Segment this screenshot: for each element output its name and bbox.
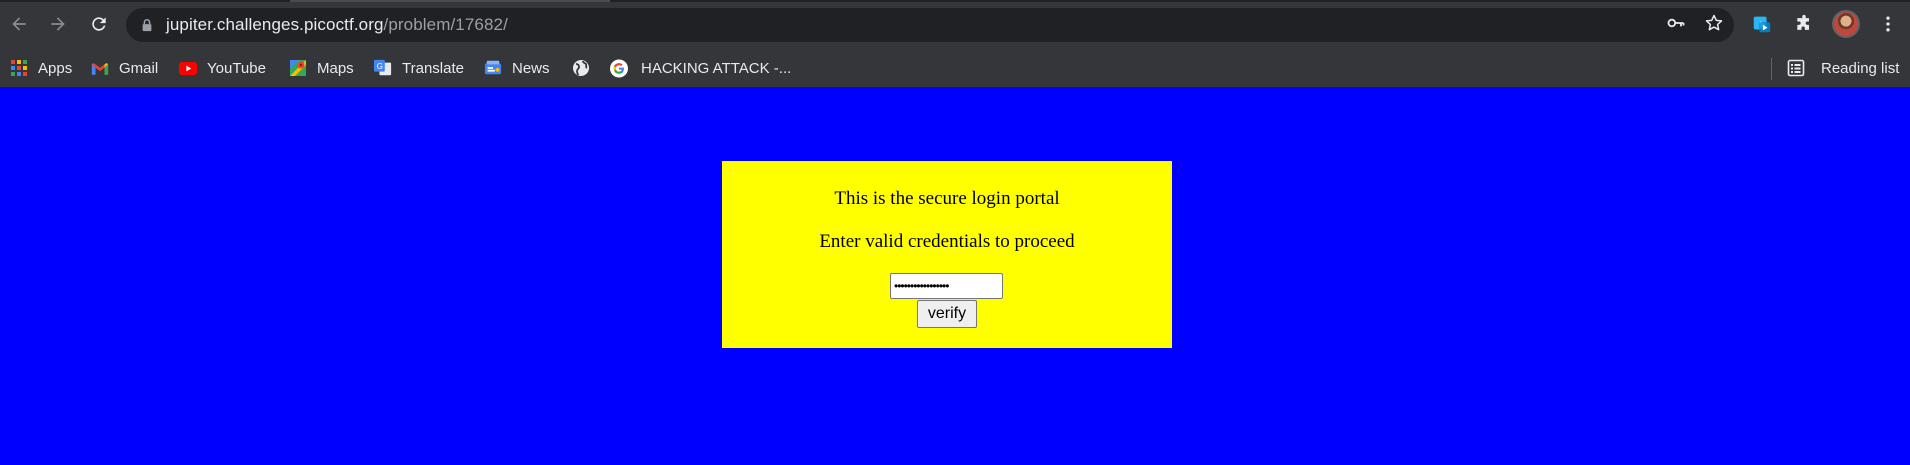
bookmark-news[interactable]: News — [484, 48, 550, 88]
puzzle-icon[interactable] — [1790, 9, 1818, 39]
bookmark-maps[interactable]: Maps — [289, 48, 354, 88]
bookmark-label: Gmail — [119, 59, 159, 77]
bookmark-translate[interactable]: G Translate — [374, 48, 464, 88]
lock-icon[interactable] — [140, 17, 156, 33]
browser-toolbar: jupiter.challenges.picoctf.org/problem/1… — [0, 0, 1910, 48]
portal-instruction: Enter valid credentials to proceed — [819, 231, 1075, 252]
apps-grid-icon — [10, 59, 28, 77]
youtube-icon — [179, 59, 197, 77]
password-input[interactable] — [890, 273, 1003, 299]
avatar — [1832, 10, 1860, 38]
arrow-right-icon — [51, 17, 65, 31]
svg-text:G: G — [377, 62, 383, 71]
bookmark-label: News — [512, 59, 550, 77]
key-icon[interactable] — [1666, 13, 1686, 38]
bookmark-globe[interactable] — [572, 48, 590, 88]
reading-list-button[interactable]: Reading list — [1787, 48, 1899, 88]
verify-button[interactable]: verify — [917, 300, 977, 328]
forward-button[interactable] — [43, 9, 73, 39]
address-bar[interactable]: jupiter.challenges.picoctf.org/problem/1… — [126, 8, 1734, 42]
reload-button[interactable] — [84, 9, 114, 39]
portal-heading: This is the secure login portal — [834, 188, 1060, 209]
tab-strip-edge — [0, 0, 1910, 2]
bookmark-apps[interactable]: Apps — [10, 48, 72, 88]
star-icon[interactable] — [1704, 13, 1724, 38]
reading-list-icon — [1787, 59, 1805, 77]
gmail-icon — [91, 59, 109, 77]
bookmark-hacking-attack[interactable]: HACKING ATTACK -... — [610, 48, 791, 88]
news-icon — [484, 59, 502, 77]
profile-button[interactable] — [1832, 9, 1860, 39]
bookmark-label: HACKING ATTACK -... — [641, 59, 792, 77]
bookmark-label: Maps — [317, 59, 354, 77]
bookmarks-bar: Apps Gmail YouTube Maps G Translate News — [0, 48, 1910, 88]
bookmarks-divider — [1771, 58, 1772, 80]
back-button[interactable] — [4, 9, 34, 39]
bookmark-gmail[interactable]: Gmail — [91, 48, 158, 88]
reload-icon — [92, 17, 106, 31]
maps-icon — [289, 59, 307, 77]
globe-icon — [572, 59, 590, 77]
login-portal-panel: This is the secure login portal Enter va… — [722, 161, 1172, 348]
url-host: jupiter.challenges.picoctf.org — [166, 15, 384, 34]
url-text[interactable]: jupiter.challenges.picoctf.org/problem/1… — [166, 15, 508, 35]
url-path: /problem/17682/ — [383, 15, 508, 34]
translate-icon: G — [374, 59, 392, 77]
bookmark-label: Apps — [38, 59, 73, 77]
bookmark-label: YouTube — [207, 59, 266, 77]
arrow-left-icon — [12, 17, 26, 31]
bookmark-youtube[interactable]: YouTube — [179, 48, 266, 88]
extension-app-icon[interactable] — [1748, 9, 1776, 39]
reading-list-label: Reading list — [1821, 59, 1900, 77]
bookmark-label: Translate — [402, 59, 464, 77]
google-icon — [610, 59, 628, 77]
more-vert-icon[interactable] — [1874, 9, 1902, 39]
